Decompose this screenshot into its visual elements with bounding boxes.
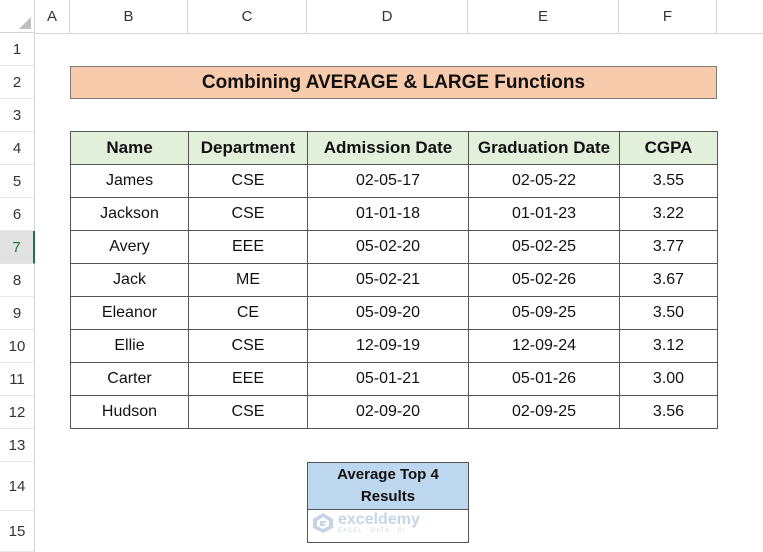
header-department[interactable]: Department bbox=[188, 131, 308, 165]
cell-cgpa[interactable]: 3.67 bbox=[619, 263, 718, 297]
select-all-corner[interactable] bbox=[0, 0, 35, 33]
cell-graduation-date[interactable]: 12-09-24 bbox=[468, 329, 620, 363]
table-row: James CSE 02-05-17 02-05-22 3.55 bbox=[70, 164, 718, 198]
cell-cgpa[interactable]: 3.56 bbox=[619, 395, 718, 429]
cell-department[interactable]: EEE bbox=[188, 362, 308, 396]
cell-graduation-date[interactable]: 05-09-25 bbox=[468, 296, 620, 330]
average-top4-value-cell[interactable]: exceldemy EXCEL · DATA · BI bbox=[308, 510, 468, 542]
cell-department[interactable]: CE bbox=[188, 296, 308, 330]
row-header-12[interactable]: 12 bbox=[0, 396, 35, 429]
average-top4-box: Average Top 4 Results exceldemy EXCEL · … bbox=[307, 462, 469, 543]
column-header-bar: A B C D E F bbox=[35, 0, 763, 34]
average-top4-label: Average Top 4 bbox=[337, 466, 439, 483]
row-header-1[interactable]: 1 bbox=[0, 33, 35, 66]
table-row: Hudson CSE 02-09-20 02-09-25 3.56 bbox=[70, 395, 718, 429]
cell-name[interactable]: Jackson bbox=[70, 197, 189, 231]
cell-admission-date[interactable]: 05-02-21 bbox=[307, 263, 469, 297]
row-header-11[interactable]: 11 bbox=[0, 363, 35, 396]
row-header-15[interactable]: 15 bbox=[0, 511, 35, 552]
cell-cgpa[interactable]: 3.55 bbox=[619, 164, 718, 198]
cell-admission-date[interactable]: 02-09-20 bbox=[307, 395, 469, 429]
column-header-c[interactable]: C bbox=[188, 0, 307, 33]
cell-admission-date[interactable]: 12-09-19 bbox=[307, 329, 469, 363]
cell-department[interactable]: EEE bbox=[188, 230, 308, 264]
column-header-d[interactable]: D bbox=[307, 0, 468, 33]
table-row: Jackson CSE 01-01-18 01-01-23 3.22 bbox=[70, 197, 718, 231]
row-header-9[interactable]: 9 bbox=[0, 297, 35, 330]
cell-name[interactable]: Jack bbox=[70, 263, 189, 297]
cell-admission-date[interactable]: 05-01-21 bbox=[307, 362, 469, 396]
row-header-6[interactable]: 6 bbox=[0, 198, 35, 231]
cell-cgpa[interactable]: 3.50 bbox=[619, 296, 718, 330]
cell-name[interactable]: Avery bbox=[70, 230, 189, 264]
table-header-row: Name Department Admission Date Graduatio… bbox=[70, 131, 718, 165]
cell-graduation-date[interactable]: 02-05-22 bbox=[468, 164, 620, 198]
table-row: Carter EEE 05-01-21 05-01-26 3.00 bbox=[70, 362, 718, 396]
cell-name[interactable]: Hudson bbox=[70, 395, 189, 429]
cell-graduation-date[interactable]: 01-01-23 bbox=[468, 197, 620, 231]
row-header-13[interactable]: 13 bbox=[0, 429, 35, 462]
cell-graduation-date[interactable]: 05-02-25 bbox=[468, 230, 620, 264]
student-table: Name Department Admission Date Graduatio… bbox=[70, 131, 718, 429]
row-header-5[interactable]: 5 bbox=[0, 165, 35, 198]
row-header-7[interactable]: 7 bbox=[0, 231, 35, 264]
select-all-triangle-icon bbox=[19, 17, 31, 29]
row-header-3[interactable]: 3 bbox=[0, 99, 35, 132]
cell-department[interactable]: CSE bbox=[188, 164, 308, 198]
cell-graduation-date[interactable]: 05-02-26 bbox=[468, 263, 620, 297]
cell-name[interactable]: Ellie bbox=[70, 329, 189, 363]
cell-name[interactable]: Carter bbox=[70, 362, 189, 396]
cell-name[interactable]: Eleanor bbox=[70, 296, 189, 330]
cell-cgpa[interactable]: 3.00 bbox=[619, 362, 718, 396]
cell-name[interactable]: James bbox=[70, 164, 189, 198]
cell-department[interactable]: CSE bbox=[188, 197, 308, 231]
table-row: Ellie CSE 12-09-19 12-09-24 3.12 bbox=[70, 329, 718, 363]
cell-department[interactable]: CSE bbox=[188, 329, 308, 363]
cell-admission-date[interactable]: 05-09-20 bbox=[307, 296, 469, 330]
column-header-f[interactable]: F bbox=[619, 0, 717, 33]
header-graduation-date[interactable]: Graduation Date bbox=[468, 131, 620, 165]
cell-admission-date[interactable]: 02-05-17 bbox=[307, 164, 469, 198]
column-header-b[interactable]: B bbox=[70, 0, 188, 33]
cell-graduation-date[interactable]: 05-01-26 bbox=[468, 362, 620, 396]
exceldemy-logo-icon bbox=[313, 513, 333, 533]
cell-department[interactable]: ME bbox=[188, 263, 308, 297]
column-header-a[interactable]: A bbox=[35, 0, 70, 33]
table-row: Eleanor CE 05-09-20 05-09-25 3.50 bbox=[70, 296, 718, 330]
exceldemy-watermark: exceldemy EXCEL · DATA · BI bbox=[312, 512, 420, 534]
cell-graduation-date[interactable]: 02-09-25 bbox=[468, 395, 620, 429]
row-header-2[interactable]: 2 bbox=[0, 66, 35, 99]
cell-cgpa[interactable]: 3.12 bbox=[619, 329, 718, 363]
cell-cgpa[interactable]: 3.77 bbox=[619, 230, 718, 264]
average-top4-label-cell[interactable]: Average Top 4 Results bbox=[308, 463, 468, 510]
table-row: Avery EEE 05-02-20 05-02-25 3.77 bbox=[70, 230, 718, 264]
watermark-tagline: EXCEL · DATA · BI bbox=[338, 528, 406, 534]
row-header-10[interactable]: 10 bbox=[0, 330, 35, 363]
average-top4-label-line2: Results bbox=[360, 488, 416, 505]
cell-department[interactable]: CSE bbox=[188, 395, 308, 429]
cell-admission-date[interactable]: 01-01-18 bbox=[307, 197, 469, 231]
sheet-title[interactable]: Combining AVERAGE & LARGE Functions bbox=[70, 66, 717, 99]
watermark-name: exceldemy bbox=[338, 511, 420, 528]
header-cgpa[interactable]: CGPA bbox=[619, 131, 718, 165]
header-admission-date[interactable]: Admission Date bbox=[307, 131, 469, 165]
table-row: Jack ME 05-02-21 05-02-26 3.67 bbox=[70, 263, 718, 297]
row-header-8[interactable]: 8 bbox=[0, 264, 35, 297]
cell-cgpa[interactable]: 3.22 bbox=[619, 197, 718, 231]
row-header-4[interactable]: 4 bbox=[0, 132, 35, 165]
cell-admission-date[interactable]: 05-02-20 bbox=[307, 230, 469, 264]
column-header-e[interactable]: E bbox=[468, 0, 619, 33]
header-name[interactable]: Name bbox=[70, 131, 189, 165]
row-header-14[interactable]: 14 bbox=[0, 462, 35, 511]
